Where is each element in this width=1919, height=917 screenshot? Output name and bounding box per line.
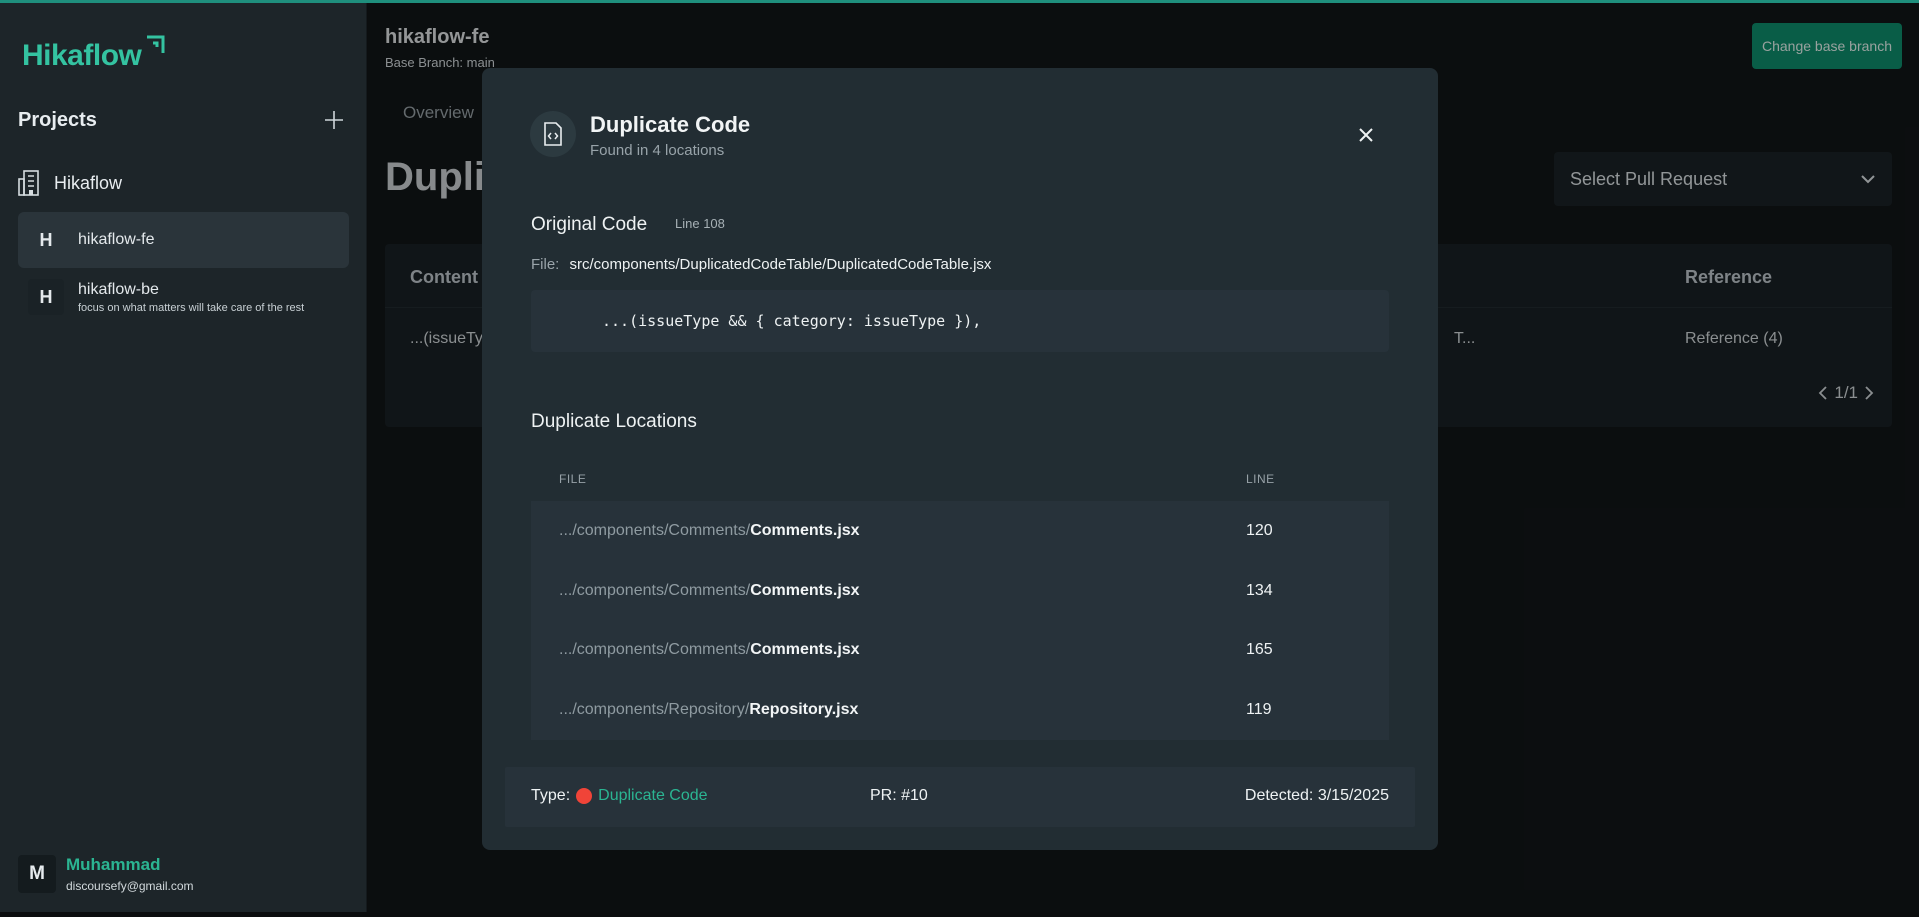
duplicate-locations-title: Duplicate Locations: [531, 411, 697, 432]
table-row[interactable]: .../components/Repository/Repository.jsx…: [531, 680, 1389, 740]
code-snippet: ...(issueType && { category: issueType }…: [531, 290, 1389, 352]
avatar: M: [18, 855, 56, 893]
location-line: 165: [1246, 641, 1273, 658]
close-button[interactable]: [1354, 123, 1378, 147]
original-file-row: File: src/components/DuplicatedCodeTable…: [531, 256, 991, 273]
file-path: src/components/DuplicatedCodeTable/Dupli…: [569, 256, 992, 273]
table-row[interactable]: .../components/Comments/Comments.jsx 165: [531, 620, 1389, 680]
hikaflow-logo[interactable]: Hikaflow: [22, 35, 165, 73]
project-avatar: H: [28, 279, 64, 315]
location-path: .../components/Comments/Comments.jsx: [559, 522, 860, 540]
original-code-title: Original Code: [531, 214, 648, 235]
projects-header: Projects: [18, 106, 348, 134]
column-header-file: FILE: [559, 472, 587, 486]
modal-footer: Type: Duplicate Code PR: #10 Detected: 3…: [505, 767, 1415, 827]
logo-text: Hikaflow: [22, 39, 142, 72]
sidebar-item-hikaflow-be[interactable]: H hikaflow-be focus on what matters will…: [18, 269, 349, 325]
location-dir: .../components/Repository/: [559, 701, 750, 718]
location-line: 134: [1246, 582, 1273, 599]
pr-number: PR: #10: [870, 787, 928, 804]
type-value: Duplicate Code: [598, 787, 708, 804]
project-name: hikaflow-fe: [78, 231, 155, 248]
type-label: Type:: [531, 787, 571, 804]
sidebar: Hikaflow Projects Hikaflow H hikaflow-fe…: [0, 3, 367, 912]
column-header-line: LINE: [1246, 472, 1275, 486]
project-description: focus on what matters will take care of …: [78, 301, 305, 314]
location-file: Repository.jsx: [749, 701, 859, 718]
building-icon: [18, 170, 39, 196]
table-row[interactable]: .../components/Comments/Comments.jsx 120: [531, 501, 1389, 561]
org-item[interactable]: Hikaflow: [18, 169, 122, 197]
location-file: Comments.jsx: [750, 641, 860, 658]
user-profile[interactable]: M Muhammad discoursefy@gmail.com: [18, 855, 194, 893]
modal-subtitle: Found in 4 locations: [590, 142, 725, 159]
location-file: Comments.jsx: [750, 522, 860, 539]
location-dir: .../components/Comments/: [559, 641, 751, 658]
user-email: discoursefy@gmail.com: [66, 879, 194, 893]
original-code-line: Line 108: [675, 216, 725, 231]
code-file-icon: [544, 122, 562, 146]
plus-icon: [325, 111, 343, 129]
table-row[interactable]: .../components/Comments/Comments.jsx 134: [531, 561, 1389, 621]
file-label: File:: [531, 256, 560, 273]
location-dir: .../components/Comments/: [559, 582, 751, 599]
modal-title: Duplicate Code: [590, 112, 751, 137]
add-project-button[interactable]: [320, 106, 348, 134]
location-file: Comments.jsx: [750, 582, 860, 599]
projects-title: Projects: [18, 108, 97, 131]
location-line: 119: [1246, 701, 1272, 718]
project-avatar: H: [39, 229, 53, 250]
user-name: Muhammad: [66, 855, 161, 874]
project-name: hikaflow-be: [78, 280, 159, 298]
location-path: .../components/Comments/Comments.jsx: [559, 582, 860, 600]
modal-icon-badge: [530, 111, 576, 157]
location-path: .../components/Repository/Repository.jsx: [559, 701, 858, 719]
location-path: .../components/Comments/Comments.jsx: [559, 641, 860, 659]
detected-date: Detected: 3/15/2025: [1244, 787, 1389, 804]
org-label: Hikaflow: [54, 172, 123, 193]
issue-type: Type: Duplicate Code: [531, 787, 708, 805]
duplicate-code-modal: Duplicate Code Found in 4 locations Orig…: [482, 68, 1438, 850]
logo-arrow-icon: [147, 35, 165, 53]
location-dir: .../components/Comments/: [559, 522, 751, 539]
status-dot-icon: [576, 788, 593, 804]
close-icon: [1359, 128, 1373, 142]
location-line: 120: [1246, 522, 1273, 539]
sidebar-item-hikaflow-fe[interactable]: H hikaflow-fe: [18, 212, 349, 268]
